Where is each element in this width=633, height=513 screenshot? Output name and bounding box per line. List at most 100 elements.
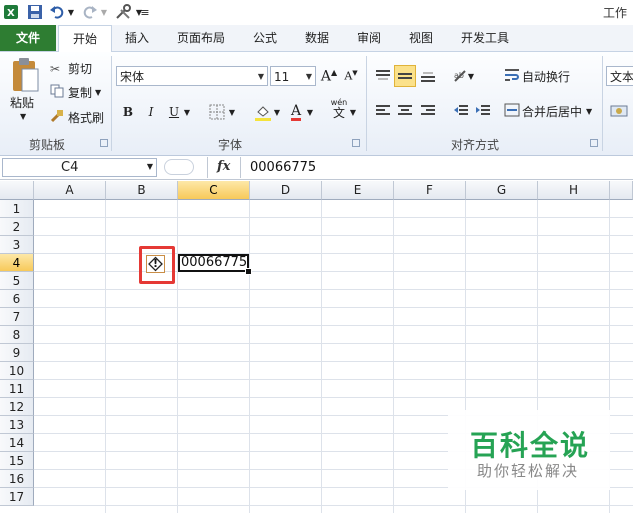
- align-center-icon[interactable]: [394, 100, 416, 122]
- align-top-icon[interactable]: [372, 65, 394, 87]
- column-header-g[interactable]: G: [466, 181, 538, 200]
- column-header-d[interactable]: D: [250, 181, 322, 200]
- tools-icon[interactable]: [114, 3, 134, 21]
- row-header-7[interactable]: 7: [0, 308, 34, 326]
- tab-insert[interactable]: 插入: [116, 25, 158, 51]
- column-header-h[interactable]: H: [538, 181, 610, 200]
- phonetic-dropdown-icon[interactable]: ▼: [348, 101, 358, 123]
- excel-app-icon[interactable]: X: [2, 3, 20, 21]
- chevron-down-icon: ▼: [305, 72, 312, 81]
- bold-button[interactable]: B: [117, 101, 139, 123]
- clipboard-launcher-icon[interactable]: [100, 139, 108, 147]
- accounting-format-icon[interactable]: [608, 100, 630, 122]
- font-color-dropdown-icon[interactable]: ▼: [305, 101, 315, 123]
- paste-icon[interactable]: [8, 56, 42, 96]
- watermark-title: 百科全说: [470, 429, 591, 462]
- tab-formulas[interactable]: 公式: [244, 25, 286, 51]
- number-format-select[interactable]: 文本: [606, 66, 633, 86]
- undo-icon[interactable]: [48, 3, 66, 21]
- tab-home[interactable]: 开始: [58, 25, 112, 53]
- tab-page-layout[interactable]: 页面布局: [168, 25, 234, 51]
- font-color-glyph: A: [290, 102, 302, 121]
- fill-handle[interactable]: [245, 268, 252, 275]
- column-header-b[interactable]: B: [106, 181, 178, 200]
- formula-bar-splitter[interactable]: [164, 159, 194, 175]
- underline-dropdown-icon[interactable]: ▼: [181, 101, 193, 123]
- grow-font-icon[interactable]: A▲: [318, 65, 340, 87]
- font-color-icon[interactable]: A: [285, 101, 307, 123]
- row-header-14[interactable]: 14: [0, 434, 34, 452]
- fill-color-dropdown-icon[interactable]: ▼: [272, 101, 282, 123]
- decrease-indent-icon[interactable]: [450, 100, 472, 122]
- tab-view[interactable]: 视图: [400, 25, 442, 51]
- row-header-1[interactable]: 1: [0, 200, 34, 218]
- column-header-c[interactable]: C: [178, 181, 250, 200]
- cut-button[interactable]: ✂ 剪切: [50, 60, 92, 77]
- align-middle-icon[interactable]: [394, 65, 416, 87]
- row-header-15[interactable]: 15: [0, 452, 34, 470]
- italic-button[interactable]: I: [140, 101, 162, 123]
- insert-function-icon[interactable]: fx: [217, 159, 230, 174]
- merge-dropdown-icon[interactable]: ▼: [586, 107, 592, 116]
- wrap-text-button[interactable]: 自动换行: [504, 68, 570, 85]
- error-check-button[interactable]: !: [146, 255, 165, 273]
- row-header-4[interactable]: 4: [0, 254, 34, 272]
- row-header-3[interactable]: 3: [0, 236, 34, 254]
- border-icon[interactable]: [206, 101, 228, 123]
- redo-icon[interactable]: [82, 3, 98, 21]
- tab-data[interactable]: 数据: [296, 25, 338, 51]
- row-header-2[interactable]: 2: [0, 218, 34, 236]
- row-header-16[interactable]: 16: [0, 470, 34, 488]
- row-header-12[interactable]: 12: [0, 398, 34, 416]
- undo-dropdown-icon[interactable]: ▼: [66, 3, 76, 21]
- align-left-icon[interactable]: [372, 100, 394, 122]
- alignment-launcher-icon[interactable]: [590, 139, 598, 147]
- active-cell-c4[interactable]: 00066775: [178, 254, 249, 272]
- row-header-8[interactable]: 8: [0, 326, 34, 344]
- font-launcher-icon[interactable]: [352, 139, 360, 147]
- tab-file[interactable]: 文件: [0, 25, 56, 51]
- border-dropdown-icon[interactable]: ▼: [226, 101, 238, 123]
- row-header-6[interactable]: 6: [0, 290, 34, 308]
- font-group-label: 字体: [217, 138, 242, 152]
- column-header-i[interactable]: [610, 181, 633, 200]
- paintbrush-icon: [50, 109, 66, 126]
- align-bottom-icon[interactable]: [417, 65, 439, 87]
- paste-button[interactable]: 粘贴: [10, 94, 34, 111]
- select-all-corner[interactable]: [0, 181, 34, 200]
- tab-developer[interactable]: 开发工具: [452, 25, 518, 51]
- save-icon[interactable]: [26, 3, 44, 21]
- column-header-a[interactable]: A: [34, 181, 106, 200]
- column-header-f[interactable]: F: [394, 181, 466, 200]
- row-header-11[interactable]: 11: [0, 380, 34, 398]
- copy-dropdown-icon[interactable]: ▼: [95, 88, 101, 97]
- increase-indent-icon[interactable]: [472, 100, 494, 122]
- formula-input[interactable]: 00066775: [250, 160, 316, 175]
- name-box-dropdown-icon[interactable]: ▼: [147, 162, 153, 171]
- tab-review[interactable]: 审阅: [348, 25, 390, 51]
- font-name-select[interactable]: 宋体 ▼: [116, 66, 268, 86]
- copy-label: 复制: [68, 86, 93, 100]
- redo-dropdown-icon[interactable]: ▼: [99, 3, 109, 21]
- format-painter-button[interactable]: 格式刷: [50, 109, 104, 126]
- phonetic-char: 文: [332, 105, 345, 120]
- column-header-e[interactable]: E: [322, 181, 394, 200]
- row-header-9[interactable]: 9: [0, 344, 34, 362]
- paste-dropdown-icon[interactable]: ▼: [20, 112, 26, 121]
- row-header-17[interactable]: 17: [0, 488, 34, 506]
- copy-button[interactable]: 复制 ▼: [50, 84, 101, 101]
- font-size-select[interactable]: 11 ▼: [270, 66, 316, 86]
- align-right-icon[interactable]: [417, 100, 439, 122]
- phonetic-guide-icon[interactable]: wén 文: [328, 98, 350, 120]
- name-box[interactable]: C4 ▼: [2, 158, 157, 177]
- group-divider: [366, 56, 367, 151]
- row-header-13[interactable]: 13: [0, 416, 34, 434]
- row-header-5[interactable]: 5: [0, 272, 34, 290]
- shrink-font-icon[interactable]: A▼: [340, 65, 362, 87]
- merge-center-button[interactable]: 合并后居中 ▼: [504, 103, 592, 120]
- row-header-10[interactable]: 10: [0, 362, 34, 380]
- customize-qat-icon[interactable]: ≡: [140, 3, 150, 21]
- fill-color-icon[interactable]: [252, 101, 274, 123]
- orientation-dropdown-icon[interactable]: ▼: [466, 65, 476, 87]
- group-divider: [111, 56, 112, 151]
